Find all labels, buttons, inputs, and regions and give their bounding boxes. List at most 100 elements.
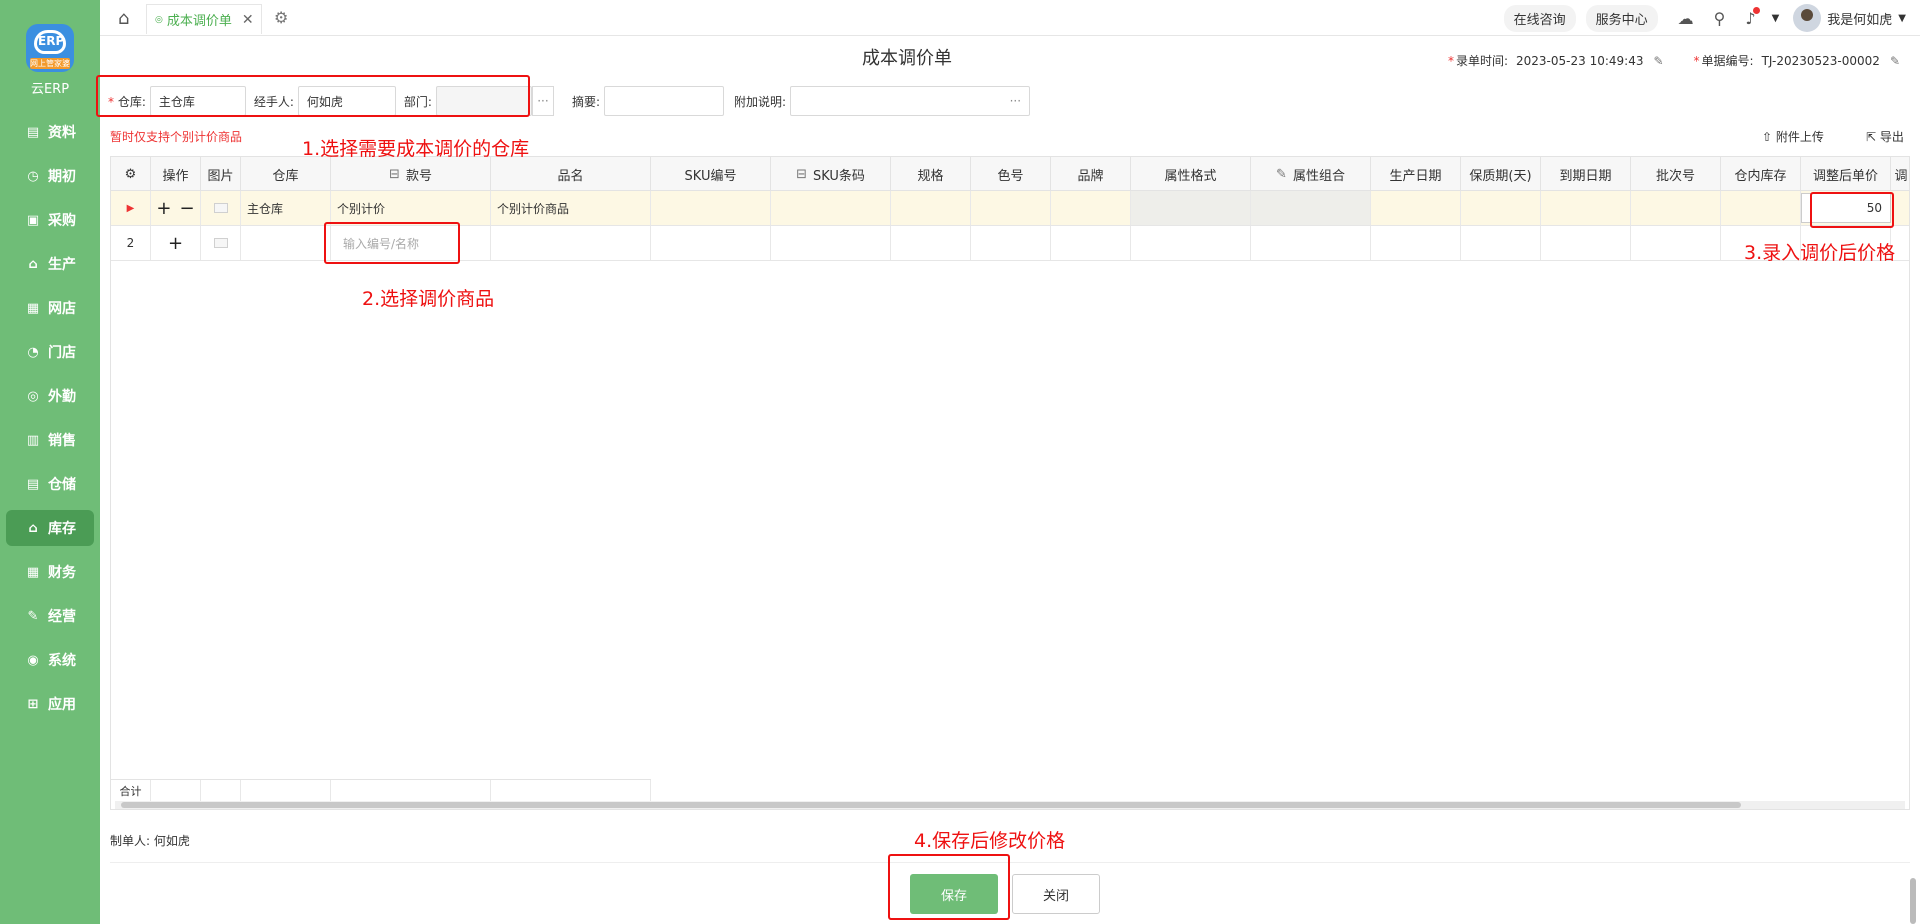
doc-no-group: * 单据编号: TJ-20230523-00002 ✎ [1694, 52, 1900, 69]
summary-field[interactable] [604, 86, 725, 116]
sidebar-item[interactable]: ▦ 财务 [6, 554, 94, 590]
search-icon[interactable]: ⚲ [1714, 9, 1726, 28]
name-cell[interactable] [491, 226, 651, 260]
sidebar-item[interactable]: ⌂ 生产 [6, 246, 94, 282]
production-date-cell[interactable] [1371, 226, 1461, 260]
total-label: 合计 [111, 780, 151, 802]
barcode-cell[interactable] [771, 226, 891, 260]
col-header: 规格 [891, 157, 971, 191]
sidebar-item-label: 仓储 [48, 477, 76, 493]
tab-cost-adjust[interactable]: ◎ 成本调价单 ✕ [146, 4, 262, 34]
color-cell[interactable] [971, 191, 1051, 225]
attr-format-cell [1131, 191, 1251, 225]
logo-strip: 网上管家婆 [30, 58, 70, 69]
factory-icon: ⌂ [28, 256, 38, 272]
user-name[interactable]: 我是何如虎 [1827, 9, 1892, 28]
sidebar-item[interactable]: ▥ 销售 [6, 422, 94, 458]
service-center-button[interactable]: 服务中心 [1585, 4, 1658, 32]
sidebar-item[interactable]: ⊞ 应用 [6, 686, 94, 722]
total-cell [151, 780, 201, 802]
top-bar: ⌂ ◎ 成本调价单 ✕ ⚙ 在线咨询 服务中心 ☁ ⚲ ♪ ▼ 我是何如虎 ▼ [100, 0, 1920, 36]
sidebar-item[interactable]: ▤ 仓储 [6, 466, 94, 502]
sidebar-item-label: 期初 [48, 169, 76, 185]
sidebar-item[interactable]: ◔ 门店 [6, 334, 94, 370]
chevron-down-icon[interactable]: ▼ [1772, 13, 1780, 24]
brand-cell[interactable] [1051, 226, 1131, 260]
scan-icon: ⊟ [389, 166, 400, 182]
warehouse-icon: ▤ [26, 476, 40, 492]
gear-icon[interactable]: ⚙ [274, 8, 288, 27]
edit-icon[interactable]: ✎ [1653, 54, 1663, 68]
col-header: 图片 [201, 157, 241, 191]
image-cell[interactable] [201, 226, 241, 260]
grid-total-row: 合计 [111, 779, 651, 802]
erp-logo[interactable]: ERP 网上管家婆 [26, 24, 74, 74]
shelf-life-cell[interactable] [1461, 191, 1541, 225]
add-row-icon[interactable]: + [156, 198, 171, 219]
remove-row-icon[interactable]: − [180, 198, 195, 219]
shelf-life-cell[interactable] [1461, 226, 1541, 260]
table-row[interactable]: ▶ + − 主仓库 个别计价 个别计价商品 50 [111, 191, 1909, 226]
sidebar-item[interactable]: ✎ 经营 [6, 598, 94, 634]
tab-label: 成本调价单 [166, 14, 232, 29]
sidebar-item[interactable]: ▦ 网店 [6, 290, 94, 326]
batch-cell[interactable] [1631, 226, 1721, 260]
avatar[interactable] [1793, 4, 1822, 32]
code-cell[interactable]: 个别计价 [331, 191, 491, 225]
note-label: 附加说明: [734, 94, 787, 109]
annotation-box-save [888, 854, 1010, 920]
scrollbar-thumb[interactable] [121, 802, 1741, 808]
note-field[interactable]: ··· [790, 86, 1031, 116]
add-row-icon[interactable]: + [168, 233, 183, 254]
column-settings-icon[interactable]: ⚙ [111, 157, 151, 191]
apps-icon: ⊞ [27, 696, 39, 712]
export-button[interactable]: ⇱ 导出 [1866, 128, 1904, 145]
brand-cell[interactable] [1051, 191, 1131, 225]
home-icon[interactable]: ⌂ [118, 8, 129, 29]
col-header: 仓内库存 [1721, 157, 1801, 191]
sku-cell[interactable] [651, 226, 771, 260]
warehouse-cell[interactable] [241, 226, 331, 260]
sidebar-item[interactable]: ▣ 采购 [6, 202, 94, 238]
edit-icon[interactable]: ✎ [1890, 54, 1900, 68]
horizontal-scrollbar[interactable] [115, 801, 1905, 809]
logo-title: 云ERP [30, 82, 70, 97]
row-number: 2 [111, 226, 151, 260]
name-cell[interactable]: 个别计价商品 [491, 191, 651, 225]
col-header-code[interactable]: ⊟ 款号 [331, 157, 491, 191]
creator: 制单人: 何如虎 [110, 832, 190, 849]
col-header-label: 属性组合 [1292, 168, 1345, 184]
warehouse-cell[interactable]: 主仓库 [241, 191, 331, 225]
more-icon[interactable]: ··· [1010, 94, 1021, 108]
close-button[interactable]: 关闭 [1012, 874, 1100, 914]
spec-cell[interactable] [891, 226, 971, 260]
production-date-cell[interactable] [1371, 191, 1461, 225]
upload-attachment-button[interactable]: ⇧ 附件上传 [1762, 128, 1824, 145]
bell-icon[interactable]: ♪ [1745, 6, 1760, 28]
sidebar-item[interactable]: ◉ 系统 [6, 642, 94, 678]
annotation-box-price [1810, 192, 1894, 228]
sidebar-item[interactable]: ◷ 期初 [6, 158, 94, 194]
expiry-date-cell[interactable] [1541, 191, 1631, 225]
image-cell[interactable] [201, 191, 241, 225]
color-cell[interactable] [971, 226, 1051, 260]
online-consult-button[interactable]: 在线咨询 [1503, 4, 1576, 32]
barcode-cell[interactable] [771, 191, 891, 225]
col-header-barcode[interactable]: ⊟ SKU条码 [771, 157, 891, 191]
download-cloud-icon[interactable]: ☁ [1678, 9, 1694, 28]
batch-cell[interactable] [1631, 191, 1721, 225]
sku-cell[interactable] [651, 191, 771, 225]
expiry-date-cell[interactable] [1541, 226, 1631, 260]
col-header: 品名 [491, 157, 651, 191]
close-icon[interactable]: ✕ [242, 12, 254, 28]
col-header: 调整后单价 [1801, 157, 1891, 191]
vertical-scrollbar[interactable] [1910, 878, 1916, 924]
user-menu-chevron-icon[interactable]: ▼ [1898, 13, 1906, 24]
dept-picker-button[interactable]: ··· [531, 86, 554, 116]
sidebar-item-label: 应用 [48, 697, 76, 713]
col-header-attr-combo[interactable]: ✎ 属性组合 [1251, 157, 1371, 191]
spec-cell[interactable] [891, 191, 971, 225]
sidebar-item[interactable]: ▤ 资料 [6, 114, 94, 150]
sidebar-item[interactable]: ◎ 外勤 [6, 378, 94, 414]
sidebar-item[interactable]: ⌂ 库存 [6, 510, 94, 546]
